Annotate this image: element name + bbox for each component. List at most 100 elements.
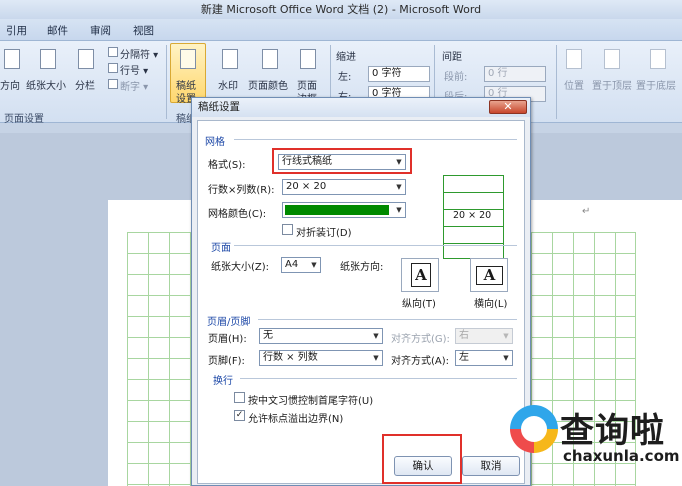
- position-icon: [566, 49, 582, 69]
- indent-left-value: 0 字符: [372, 68, 402, 79]
- orientation-label: 纸张方向:: [340, 262, 384, 273]
- send-back-button[interactable]: 置于底层: [636, 77, 676, 92]
- close-icon: ✕: [503, 100, 513, 113]
- preview-line: [444, 226, 503, 227]
- watermark-logo: 查询啦 chaxunla.com: [500, 397, 682, 486]
- ribbon-separator: [166, 45, 167, 119]
- chevron-down-icon: ▼: [503, 332, 509, 340]
- section-divider: [258, 319, 517, 320]
- columns-button[interactable]: 分栏: [75, 77, 95, 92]
- bring-front-icon: [604, 49, 620, 69]
- portrait-label: 纵向(T): [402, 299, 436, 310]
- rows-cols-label: 行数×列数(R):: [208, 185, 275, 196]
- ribbon-tabs: 引用 邮件 审阅 视图: [0, 19, 682, 41]
- dialog-title: 稿纸设置: [192, 98, 530, 117]
- paper-size-button[interactable]: 纸张大小: [26, 77, 66, 92]
- header-select[interactable]: 无 ▼: [259, 328, 383, 344]
- highlight-ok: [382, 434, 462, 484]
- preview-line: [444, 243, 503, 244]
- fold-label: 对折装订(D): [296, 228, 352, 239]
- header-align-select[interactable]: 右 ▼: [455, 328, 513, 344]
- footer-value: 行数 × 列数: [263, 352, 318, 363]
- text-direction-icon: [4, 49, 20, 69]
- spacing-before-label: 段前:: [444, 72, 468, 83]
- fold-checkbox[interactable]: [282, 224, 293, 235]
- send-back-icon: [650, 49, 666, 69]
- chevron-down-icon: ▼: [311, 261, 317, 269]
- watermark-button[interactable]: 水印: [218, 77, 238, 92]
- page-color-button[interactable]: 页面颜色: [248, 77, 288, 92]
- chevron-down-icon: ▼: [373, 332, 379, 340]
- brand-logo-inner: [521, 416, 547, 442]
- grid-color-select[interactable]: ▼: [282, 202, 406, 218]
- page-border-icon: [300, 49, 316, 69]
- bring-front-button[interactable]: 置于顶层: [592, 77, 632, 92]
- chevron-down-icon: ▼: [396, 183, 402, 191]
- paper-size-value: A4: [285, 259, 299, 270]
- indent-group-title: 缩进: [336, 52, 356, 63]
- dialog-body: 网格 格式(S): 行线式稿纸 ▼ 行数×列数(R): 20 × 20 ▼ 网格…: [197, 120, 525, 484]
- section-page: 页面: [211, 243, 231, 254]
- header-align-label: 对齐方式(G):: [391, 334, 450, 345]
- brand-url: chaxunla.com: [563, 447, 680, 465]
- section-divider: [234, 245, 517, 246]
- landscape-button[interactable]: A: [470, 258, 508, 292]
- paper-size-icon: [40, 49, 56, 69]
- hyphenation-icon: [108, 79, 118, 89]
- wrap-option-1-label: 按中文习惯控制首尾字符(U): [248, 396, 374, 407]
- close-button[interactable]: ✕: [489, 100, 527, 114]
- tab-view[interactable]: 视图: [133, 23, 154, 38]
- chevron-down-icon: ▼: [373, 354, 379, 362]
- grid-color-swatch: [285, 205, 389, 215]
- breaks-button[interactable]: 分隔符 ▾: [120, 46, 158, 61]
- breaks-icon: [108, 47, 118, 57]
- footer-select[interactable]: 行数 × 列数 ▼: [259, 350, 383, 366]
- paragraph-mark-icon: ↵: [582, 206, 591, 217]
- draft-paper-icon: [180, 49, 196, 69]
- header-align-value: 右: [459, 330, 469, 341]
- wrap-option-2-checkbox[interactable]: ✓: [234, 410, 245, 421]
- paper-size-label: 纸张大小(Z):: [211, 262, 270, 273]
- indent-left-label: 左:: [338, 72, 352, 83]
- format-label: 格式(S):: [208, 160, 246, 171]
- wrap-option-1-checkbox[interactable]: [234, 392, 245, 403]
- portrait-icon: A: [411, 263, 431, 287]
- window-title: 新建 Microsoft Office Word 文档 (2) - Micros…: [200, 3, 482, 16]
- highlight-format: [272, 148, 412, 174]
- line-numbers-button[interactable]: 行号 ▾: [120, 62, 148, 77]
- paper-size-select[interactable]: A4 ▼: [281, 257, 321, 273]
- indent-left-input[interactable]: 0 字符: [368, 66, 430, 82]
- tab-mailings[interactable]: 邮件: [47, 23, 68, 38]
- portrait-button[interactable]: A: [401, 258, 439, 292]
- preview-label: 20 × 20: [452, 210, 493, 221]
- hyphenation-button[interactable]: 断字 ▾: [120, 78, 148, 93]
- spacing-before-input[interactable]: 0 行: [484, 66, 546, 82]
- brand-name: 查询啦: [560, 411, 665, 451]
- spacing-group-title: 间距: [442, 52, 462, 63]
- page-color-icon: [262, 49, 278, 69]
- preview-line: [444, 192, 503, 193]
- rows-cols-select[interactable]: 20 × 20 ▼: [282, 179, 406, 195]
- columns-icon: [78, 49, 94, 69]
- footer-label: 页脚(F):: [208, 356, 245, 367]
- section-line-wrap: 换行: [213, 376, 233, 387]
- landscape-label: 横向(L): [474, 299, 508, 310]
- header-value: 无: [263, 330, 273, 341]
- grid-preview: 20 × 20: [443, 175, 504, 259]
- position-button[interactable]: 位置: [564, 77, 584, 92]
- section-header-footer: 页眉/页脚: [207, 317, 251, 328]
- footer-align-label: 对齐方式(A):: [391, 356, 450, 367]
- wrap-option-2-label: 允许标点溢出边界(N): [248, 414, 344, 425]
- landscape-icon: A: [476, 266, 503, 285]
- tab-references[interactable]: 引用: [6, 23, 27, 38]
- footer-align-value: 左: [459, 352, 469, 363]
- spacing-before-value: 0 行: [488, 68, 508, 79]
- watermark-icon: [222, 49, 238, 69]
- grid-color-label: 网格颜色(C):: [208, 209, 267, 220]
- text-direction-button[interactable]: 方向: [0, 77, 20, 92]
- tab-review[interactable]: 审阅: [90, 23, 111, 38]
- checkmark-icon: ✓: [235, 410, 244, 420]
- footer-align-select[interactable]: 左 ▼: [455, 350, 513, 366]
- draft-paper-settings-dialog: 稿纸设置 ✕ 网格 格式(S): 行线式稿纸 ▼ 行数×列数(R): 20 × …: [191, 97, 531, 486]
- chevron-down-icon: ▼: [503, 354, 509, 362]
